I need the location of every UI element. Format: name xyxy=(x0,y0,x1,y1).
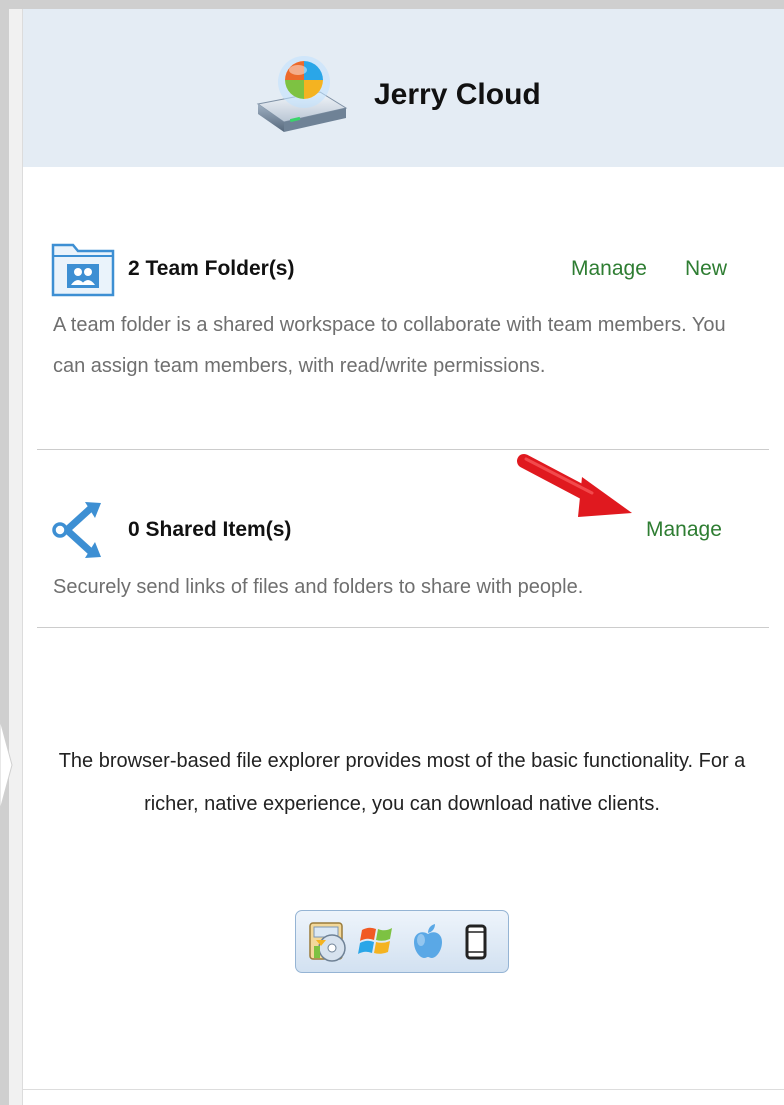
app-title: Jerry Cloud xyxy=(374,78,541,111)
collapse-handle[interactable] xyxy=(0,720,14,810)
team-folders-new-link[interactable]: New xyxy=(685,257,727,281)
top-border xyxy=(0,0,784,9)
share-icon xyxy=(51,500,113,560)
shared-items-title: 0 Shared Item(s) xyxy=(128,518,292,541)
native-clients-bar xyxy=(295,910,509,973)
gutter-edge xyxy=(9,9,23,1105)
shared-items-manage-link[interactable]: Manage xyxy=(646,518,722,542)
jerry-cloud-panel: Jerry Cloud 2 Team Folder(s) Manage New … xyxy=(0,0,784,1105)
section-divider xyxy=(37,449,769,450)
footer-divider xyxy=(23,1089,784,1090)
team-folder-icon xyxy=(51,239,115,299)
cloud-drive-icon xyxy=(250,52,350,142)
drive-client-icon[interactable] xyxy=(306,920,350,964)
red-arrow-icon xyxy=(512,447,642,527)
windows-icon[interactable] xyxy=(356,920,400,964)
shared-items-description: Securely send links of files and folders… xyxy=(53,576,584,598)
native-clients-description: The browser-based file explorer provides… xyxy=(58,750,746,815)
left-gutter xyxy=(0,0,9,1105)
team-folders-manage-link[interactable]: Manage xyxy=(571,257,647,281)
section-divider xyxy=(37,627,769,628)
team-folders-description: A team folder is a shared workspace to c… xyxy=(53,314,726,377)
team-folders-title: 2 Team Folder(s) xyxy=(128,257,295,280)
apple-icon[interactable] xyxy=(406,920,450,964)
mobile-icon[interactable] xyxy=(454,920,498,964)
